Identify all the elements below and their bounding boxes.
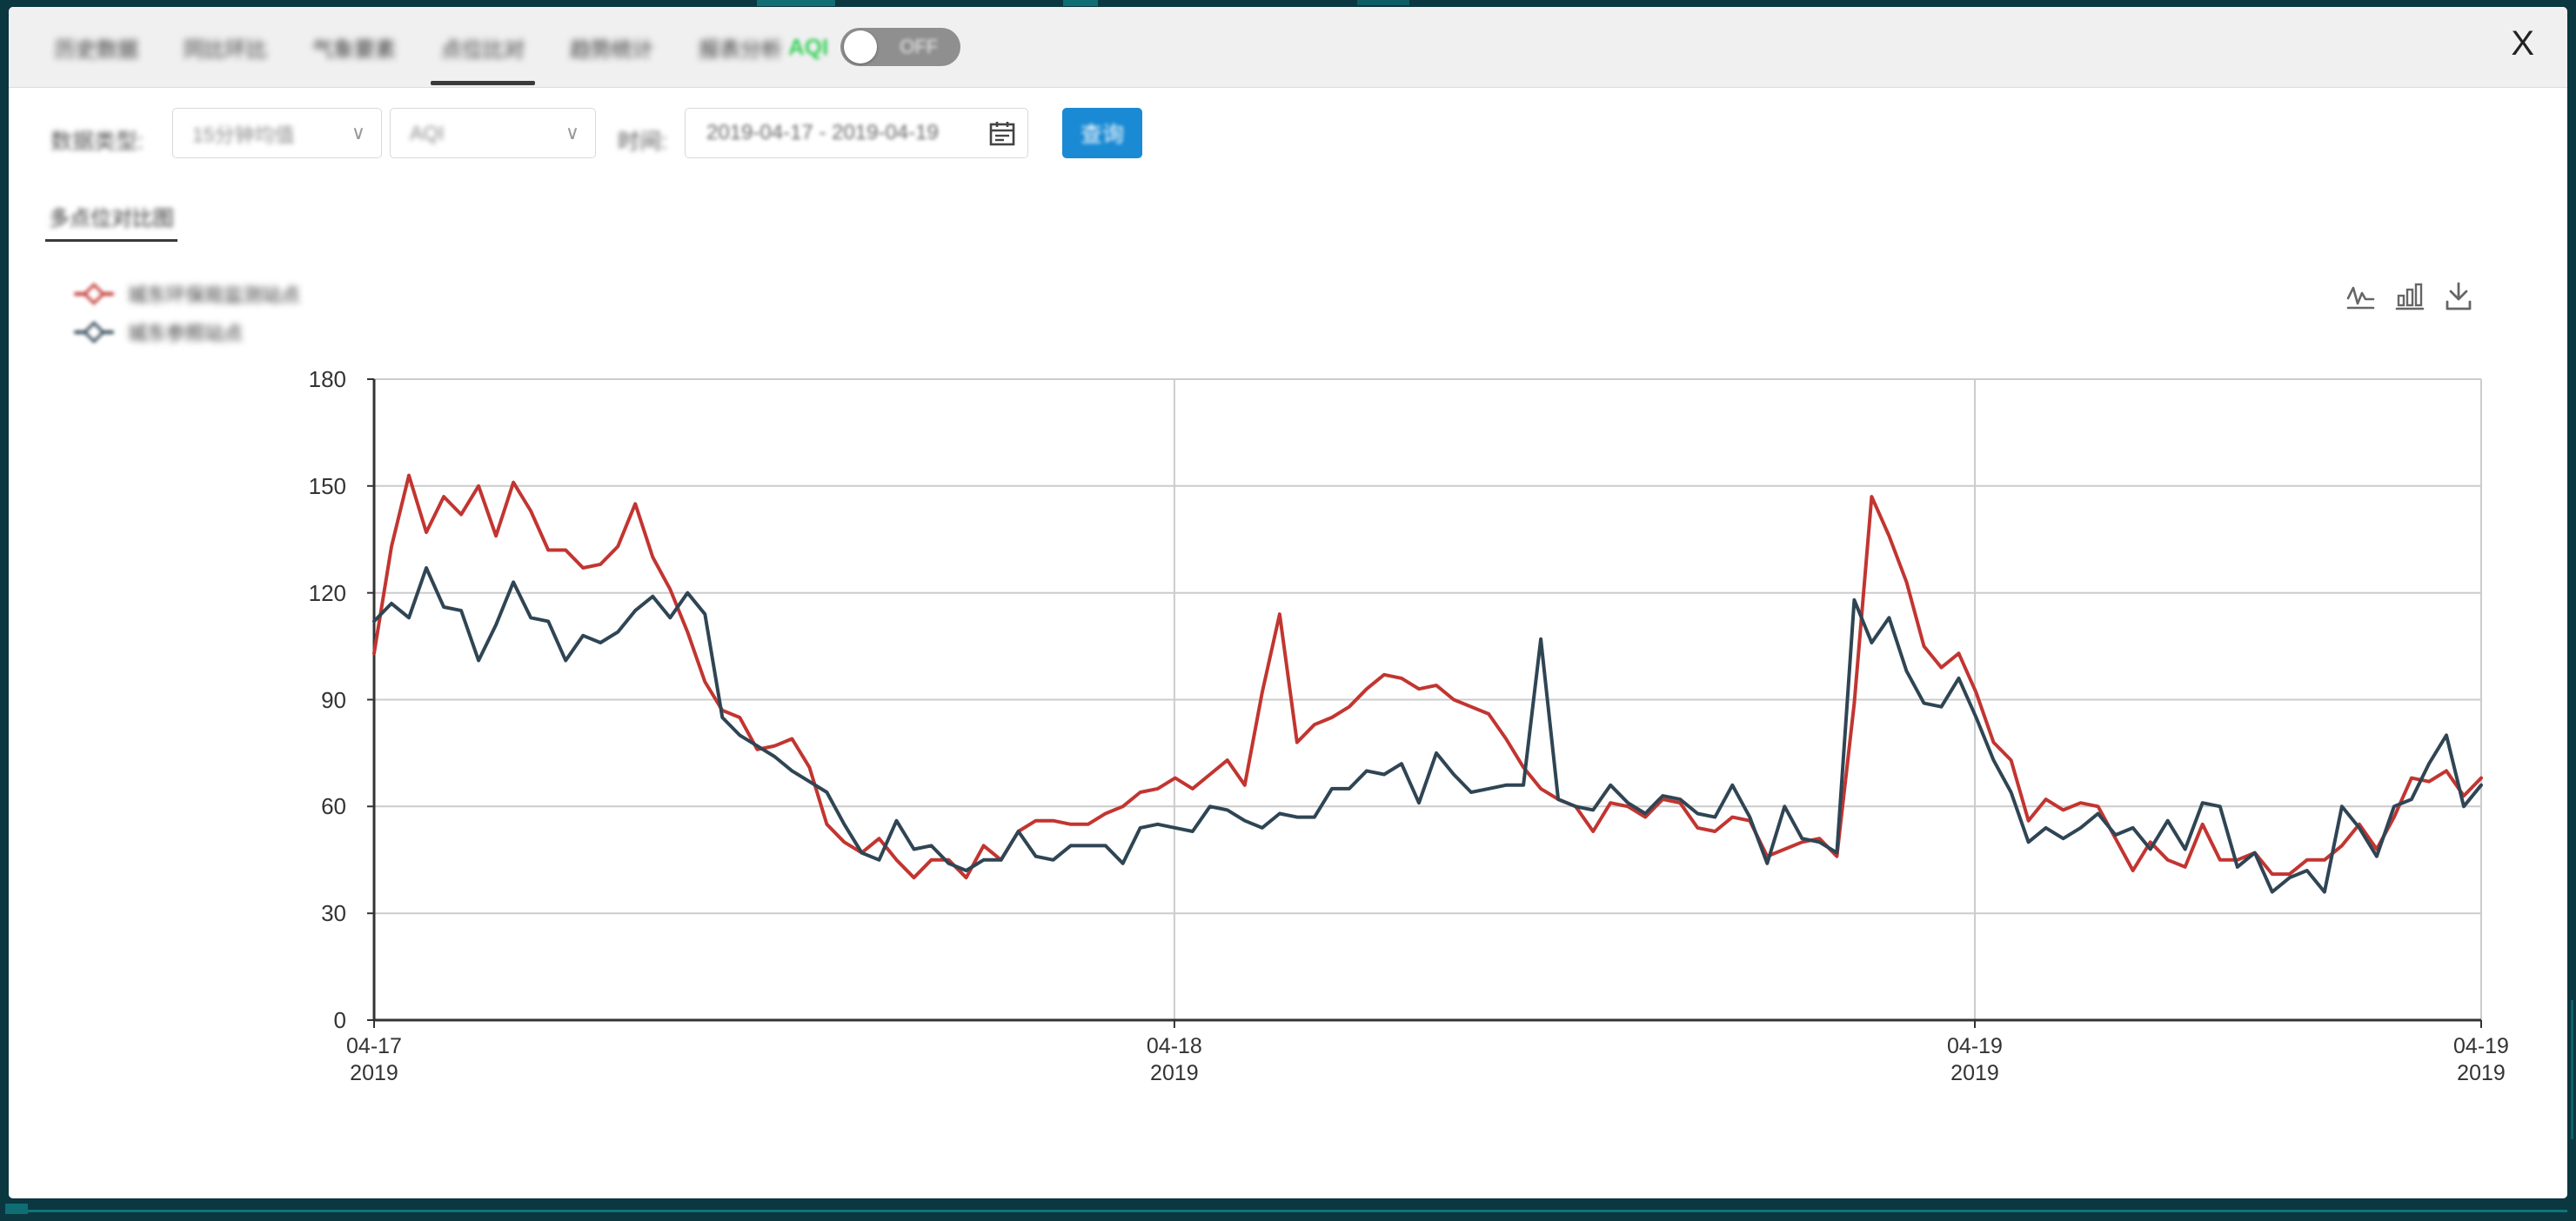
legend-label: 城东参照站点 — [128, 318, 243, 346]
chart-legend: 城东环保局监测站点城东参照站点 — [74, 275, 300, 351]
tab-1[interactable]: 同比环比 — [177, 7, 274, 87]
y-axis-tick-label: 150 — [242, 472, 346, 500]
legend-item-0[interactable]: 城东环保局监测站点 — [74, 275, 300, 313]
legend-line-diamond-icon — [74, 286, 114, 302]
tab-label: 同比环比 — [184, 32, 267, 63]
subtab-row: 多点位对比图 — [9, 190, 2567, 244]
backdrop-glyph — [5, 1204, 28, 1214]
comparison-dialog: 历史数据 同比环比 气象要素 点位比对 趋势统计 报表分析 AQI OFF X 数据类型:… — [9, 7, 2567, 1198]
subtab-multi-station-comparison[interactable]: 多点位对比图 — [45, 190, 177, 241]
backdrop-glyph — [1357, 0, 1409, 5]
chart-toolbox — [2346, 281, 2473, 312]
chart-canvas[interactable] — [367, 372, 2490, 1033]
chevron-down-icon: ∨ — [351, 122, 365, 144]
legend-line-diamond-icon — [74, 324, 114, 340]
backdrop-line — [2571, 1000, 2573, 1139]
legend-label: 城东环保局监测站点 — [128, 280, 300, 308]
pollutant-select[interactable]: AQI ∨ — [390, 108, 596, 158]
y-axis-tick-label: 30 — [242, 899, 346, 927]
x-axis-tick-label: 04-182019 — [1147, 1033, 1202, 1087]
dialog-header: 历史数据 同比环比 气象要素 点位比对 趋势统计 报表分析 AQI OFF X — [9, 7, 2567, 88]
y-axis-tick-label: 120 — [242, 579, 346, 607]
aqi-toggle-switch[interactable]: OFF — [840, 28, 960, 66]
backdrop-glyph — [757, 0, 835, 6]
filter-row: 数据类型: 15分钟均值 ∨ AQI ∨ 时间: 2019-04-17 - 20… — [9, 88, 2567, 190]
pollutant-select-value: AQI — [410, 122, 445, 145]
x-axis-tick-label: 04-192019 — [2453, 1033, 2509, 1087]
tab-label: 历史数据 — [55, 32, 138, 63]
backdrop-line — [9, 1210, 2567, 1212]
tab-label: 点位比对 — [441, 32, 525, 63]
bar-chart-icon[interactable] — [2395, 281, 2425, 312]
time-label: 时间: — [618, 124, 667, 156]
calendar-icon[interactable] — [989, 120, 1015, 146]
aqi-toggle-label: AQI — [788, 34, 828, 61]
date-range-input[interactable]: 2019-04-17 - 2019-04-19 — [685, 108, 1028, 158]
aqi-toggle-state-label: OFF — [900, 36, 938, 58]
aqi-toggle-group: AQI OFF — [788, 7, 960, 87]
query-button[interactable]: 查询 — [1062, 108, 1142, 158]
y-axis-tick-label: 0 — [242, 1006, 346, 1034]
line-chart-icon[interactable] — [2346, 281, 2376, 312]
tab-label: 气象要素 — [312, 32, 396, 63]
tab-label: 趋势统计 — [570, 32, 653, 63]
x-axis-tick-label: 04-172019 — [346, 1033, 402, 1087]
y-axis-tick-label: 90 — [242, 686, 346, 714]
backdrop-glyph — [1063, 0, 1098, 6]
toggle-knob-icon — [844, 30, 877, 63]
tab-label: 报表分析 — [699, 32, 782, 63]
tab-5[interactable]: 报表分析 — [692, 7, 789, 87]
legend-item-1[interactable]: 城东参照站点 — [74, 313, 300, 351]
y-axis-tick-label: 180 — [242, 365, 346, 393]
y-axis-tick-label: 60 — [242, 792, 346, 820]
chevron-down-icon: ∨ — [565, 122, 579, 144]
tab-bar: 历史数据 同比环比 气象要素 点位比对 趋势统计 报表分析 — [48, 7, 789, 87]
date-range-value: 2019-04-17 - 2019-04-19 — [706, 121, 939, 145]
data-type-label: 数据类型: — [50, 124, 144, 156]
x-axis-tick-label: 04-192019 — [1947, 1033, 2003, 1087]
tab-3[interactable]: 点位比对 — [434, 7, 532, 87]
tab-4[interactable]: 趋势统计 — [563, 7, 660, 87]
tab-2[interactable]: 气象要素 — [305, 7, 403, 87]
data-type-select-value: 15分钟均值 — [192, 118, 295, 148]
download-icon[interactable] — [2444, 281, 2473, 312]
data-type-select[interactable]: 15分钟均值 ∨ — [172, 108, 382, 158]
close-button[interactable]: X — [2511, 26, 2534, 61]
tab-0[interactable]: 历史数据 — [48, 7, 145, 87]
